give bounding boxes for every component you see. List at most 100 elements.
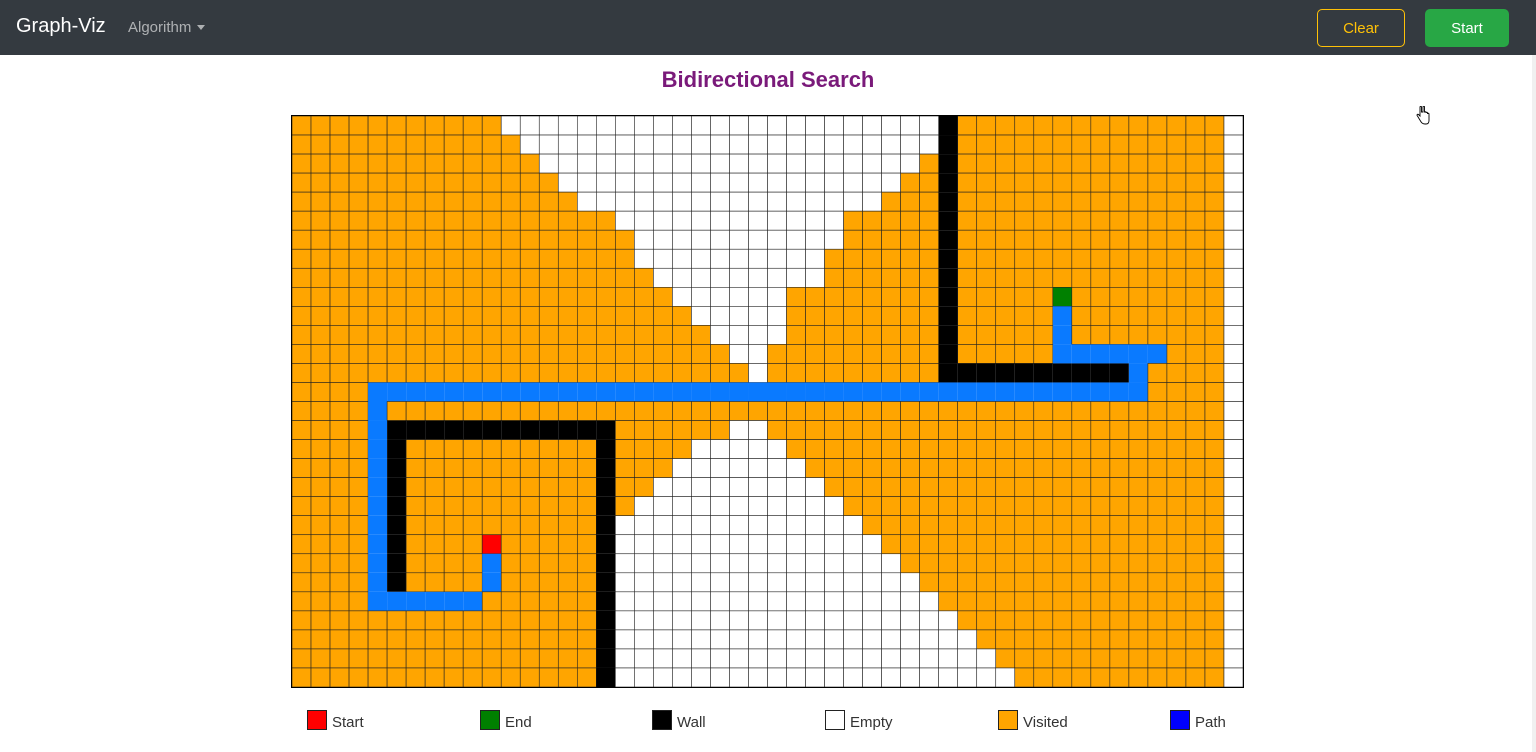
visited-cell[interactable]: [481, 344, 502, 364]
visited-cell[interactable]: [1185, 610, 1206, 631]
wall-cell[interactable]: [938, 268, 958, 288]
visited-cell[interactable]: [462, 287, 483, 307]
path-cell[interactable]: [1052, 325, 1072, 345]
visited-cell[interactable]: [292, 458, 312, 478]
empty-cell[interactable]: [1223, 116, 1243, 136]
visited-cell[interactable]: [1014, 172, 1035, 193]
empty-cell[interactable]: [691, 667, 711, 687]
visited-cell[interactable]: [576, 325, 597, 345]
visited-cell[interactable]: [634, 325, 654, 345]
visited-cell[interactable]: [1147, 153, 1168, 174]
visited-cell[interactable]: [1090, 515, 1111, 536]
empty-cell[interactable]: [805, 534, 825, 555]
visited-cell[interactable]: [1128, 667, 1149, 687]
visited-cell[interactable]: [500, 191, 521, 212]
visited-cell[interactable]: [310, 382, 331, 402]
visited-cell[interactable]: [1166, 344, 1187, 364]
visited-cell[interactable]: [1185, 515, 1206, 536]
visited-cell[interactable]: [462, 363, 483, 383]
visited-cell[interactable]: [348, 267, 369, 288]
visited-cell[interactable]: [995, 153, 1016, 174]
visited-cell[interactable]: [938, 496, 958, 517]
visited-cell[interactable]: [576, 534, 597, 555]
visited-cell[interactable]: [481, 591, 502, 612]
visited-cell[interactable]: [1071, 591, 1092, 612]
visited-cell[interactable]: [1090, 458, 1111, 478]
visited-cell[interactable]: [672, 401, 692, 421]
visited-cell[interactable]: [424, 572, 445, 593]
empty-cell[interactable]: [748, 648, 768, 669]
path-cell[interactable]: [1109, 382, 1129, 402]
empty-cell[interactable]: [862, 610, 882, 631]
visited-cell[interactable]: [1071, 172, 1092, 193]
empty-cell[interactable]: [729, 287, 749, 307]
visited-cell[interactable]: [1204, 515, 1225, 536]
empty-cell[interactable]: [938, 629, 958, 650]
path-cell[interactable]: [368, 515, 388, 535]
visited-cell[interactable]: [386, 401, 407, 421]
empty-cell[interactable]: [862, 591, 882, 612]
empty-cell[interactable]: [786, 172, 806, 193]
visited-cell[interactable]: [1166, 363, 1187, 383]
empty-cell[interactable]: [824, 591, 844, 612]
empty-cell[interactable]: [748, 287, 768, 307]
path-cell[interactable]: [406, 382, 426, 402]
visited-cell[interactable]: [1052, 229, 1073, 250]
visited-cell[interactable]: [348, 515, 369, 536]
path-cell[interactable]: [767, 382, 787, 402]
visited-cell[interactable]: [596, 248, 616, 269]
visited-cell[interactable]: [976, 534, 997, 555]
empty-cell[interactable]: [729, 629, 749, 650]
path-cell[interactable]: [368, 572, 388, 592]
path-cell[interactable]: [634, 382, 654, 402]
visited-cell[interactable]: [1204, 172, 1225, 193]
visited-cell[interactable]: [310, 210, 331, 231]
empty-cell[interactable]: [767, 629, 787, 650]
visited-cell[interactable]: [481, 629, 502, 650]
visited-cell[interactable]: [881, 401, 901, 421]
visited-cell[interactable]: [348, 229, 369, 250]
visited-cell[interactable]: [424, 287, 445, 307]
visited-cell[interactable]: [1128, 439, 1149, 459]
visited-cell[interactable]: [1109, 496, 1130, 517]
visited-cell[interactable]: [1052, 572, 1073, 593]
visited-cell[interactable]: [1014, 344, 1035, 364]
empty-cell[interactable]: [634, 648, 654, 669]
empty-cell[interactable]: [767, 610, 787, 631]
visited-cell[interactable]: [329, 572, 350, 593]
visited-cell[interactable]: [1147, 172, 1168, 193]
visited-cell[interactable]: [1204, 439, 1225, 459]
visited-cell[interactable]: [292, 287, 312, 307]
empty-cell[interactable]: [767, 153, 787, 174]
visited-cell[interactable]: [310, 515, 331, 536]
visited-cell[interactable]: [519, 401, 540, 421]
visited-cell[interactable]: [576, 248, 597, 269]
visited-cell[interactable]: [500, 648, 521, 669]
visited-cell[interactable]: [653, 287, 673, 307]
visited-cell[interactable]: [329, 325, 350, 345]
visited-cell[interactable]: [881, 325, 901, 345]
visited-cell[interactable]: [1052, 153, 1073, 174]
visited-cell[interactable]: [310, 153, 331, 174]
empty-cell[interactable]: [748, 610, 768, 631]
visited-cell[interactable]: [1147, 191, 1168, 212]
visited-cell[interactable]: [367, 610, 388, 631]
empty-cell[interactable]: [748, 267, 768, 288]
visited-cell[interactable]: [1128, 116, 1149, 136]
visited-cell[interactable]: [1109, 210, 1130, 231]
visited-cell[interactable]: [329, 116, 350, 136]
visited-cell[interactable]: [443, 287, 464, 307]
path-cell[interactable]: [653, 382, 673, 402]
empty-cell[interactable]: [691, 572, 711, 593]
wall-cell[interactable]: [387, 534, 407, 554]
visited-cell[interactable]: [329, 248, 350, 269]
visited-cell[interactable]: [443, 153, 464, 174]
empty-cell[interactable]: [767, 134, 787, 155]
visited-cell[interactable]: [1071, 134, 1092, 155]
visited-cell[interactable]: [615, 306, 635, 326]
visited-cell[interactable]: [1109, 572, 1130, 593]
visited-cell[interactable]: [1052, 534, 1073, 555]
visited-cell[interactable]: [710, 401, 730, 421]
visited-cell[interactable]: [786, 344, 806, 364]
visited-cell[interactable]: [519, 458, 540, 478]
